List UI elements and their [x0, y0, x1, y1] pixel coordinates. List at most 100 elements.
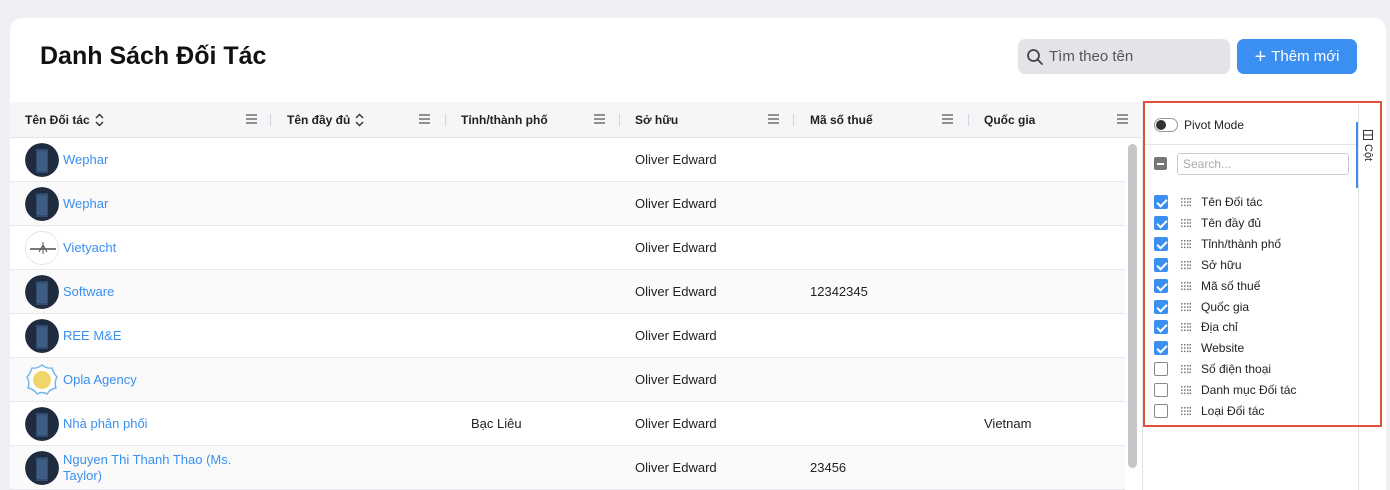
partner-name-link[interactable]: Software	[63, 270, 253, 313]
columns-tool-panel: Pivot Mode Tên Đối tác Tên đầy đủ Tỉnh/thà…	[1142, 102, 1359, 490]
owner-cell: Oliver Edward	[635, 416, 717, 431]
table-row[interactable]: Vietyacht Oliver Edward	[10, 226, 1125, 270]
column-toggle-item[interactable]: Tên đầy đủ	[1154, 214, 1261, 232]
column-menu-icon[interactable]	[767, 113, 780, 125]
column-header-partner-name[interactable]: Tên Đối tác	[25, 102, 104, 138]
column-toggle-item[interactable]: Mã số thuế	[1154, 277, 1260, 295]
column-separator[interactable]	[445, 114, 446, 126]
pivot-mode-toggle[interactable]	[1154, 118, 1178, 132]
column-checkbox[interactable]	[1154, 320, 1168, 335]
column-checkbox[interactable]	[1154, 257, 1168, 272]
column-toggle-label: Tỉnh/thành phố	[1201, 236, 1282, 251]
partner-name-link[interactable]: Wephar	[63, 138, 253, 181]
drag-handle-icon[interactable]	[1181, 218, 1191, 228]
column-toggle-item[interactable]: Địa chỉ	[1154, 318, 1238, 336]
column-separator[interactable]	[968, 114, 969, 126]
column-checkbox[interactable]	[1154, 195, 1168, 209]
add-new-button[interactable]: + Thêm mới	[1237, 39, 1357, 74]
column-checkbox[interactable]	[1154, 362, 1168, 377]
table-row[interactable]: REE M&E Oliver Edward	[10, 314, 1125, 358]
column-separator[interactable]	[793, 114, 794, 126]
column-checkbox[interactable]	[1154, 404, 1168, 418]
select-all-checkbox[interactable]	[1154, 157, 1167, 170]
table-row[interactable]: Software Oliver Edward 12342345	[10, 270, 1125, 314]
column-menu-icon[interactable]	[941, 113, 954, 125]
column-toggle-item[interactable]: Quốc gia	[1154, 298, 1249, 316]
sort-icon[interactable]	[95, 113, 104, 127]
scrollbar-thumb[interactable]	[1128, 144, 1137, 468]
column-header-label: Tên Đối tác	[25, 113, 90, 127]
column-menu-icon[interactable]	[245, 113, 258, 125]
search-input[interactable]	[1049, 48, 1219, 65]
drag-handle-icon[interactable]	[1181, 322, 1191, 332]
divider	[1143, 144, 1359, 145]
column-header-full-name[interactable]: Tên đầy đủ	[287, 102, 364, 138]
column-checkbox[interactable]	[1154, 236, 1168, 251]
partner-avatar	[25, 231, 59, 265]
partner-name-link[interactable]: Wephar	[63, 182, 253, 225]
column-header-label: Quốc gia	[984, 113, 1036, 127]
column-toggle-label: Quốc gia	[1201, 299, 1250, 314]
drag-handle-icon[interactable]	[1181, 281, 1191, 291]
column-checkbox[interactable]	[1154, 383, 1168, 398]
vertical-scrollbar[interactable]	[1125, 138, 1141, 490]
drag-handle-icon[interactable]	[1181, 260, 1191, 270]
column-header-tax-code[interactable]: Mã số thuế	[810, 102, 873, 138]
drag-handle-icon[interactable]	[1181, 239, 1191, 249]
column-search-input[interactable]	[1177, 153, 1349, 175]
partner-avatar	[25, 407, 59, 441]
drag-handle-icon[interactable]	[1181, 343, 1191, 353]
partner-name-link[interactable]: Nguyen Thi Thanh Thao (Ms. Taylor)	[63, 446, 253, 489]
column-toggle-label: Số điện thoại	[1201, 362, 1272, 377]
column-toggle-item[interactable]: Sở hữu	[1154, 256, 1242, 274]
table-row[interactable]: Nguyen Thi Thanh Thao (Ms. Taylor) Oliver…	[10, 446, 1125, 490]
pivot-mode-label: Pivot Mode	[1184, 118, 1245, 132]
columns-icon	[1363, 130, 1373, 140]
partner-avatar	[25, 143, 59, 177]
pivot-mode-row[interactable]: Pivot Mode	[1154, 116, 1244, 134]
drag-handle-icon[interactable]	[1181, 364, 1191, 374]
table-row[interactable]: Opla Agency Oliver Edward	[10, 358, 1125, 402]
partner-name-link[interactable]: Vietyacht	[63, 226, 253, 269]
partner-name-link[interactable]: Nhà phân phối	[63, 402, 253, 445]
partner-name-link[interactable]: Opla Agency	[63, 358, 253, 401]
table-row[interactable]: Wephar Oliver Edward	[10, 182, 1125, 226]
column-header-country[interactable]: Quốc gia	[984, 102, 1035, 138]
column-separator[interactable]	[270, 114, 271, 126]
column-menu-icon[interactable]	[593, 113, 606, 125]
column-toggle-label: Tên đầy đủ	[1201, 215, 1262, 230]
owner-cell: Oliver Edward	[635, 460, 717, 475]
drag-handle-icon[interactable]	[1181, 406, 1191, 416]
column-checkbox[interactable]	[1154, 278, 1168, 293]
column-toggle-item[interactable]: Loại Đối tác	[1154, 402, 1264, 420]
column-toggle-label: Địa chỉ	[1201, 320, 1238, 335]
column-header-owner[interactable]: Sở hữu	[635, 102, 678, 138]
search-box[interactable]	[1018, 39, 1230, 74]
table-row[interactable]: Nhà phân phối Bạc Liêu Oliver Edward Vietna…	[10, 402, 1125, 446]
grid-header: Tên Đối tác Tên đầy đủ Tỉnh/thành phố Sở…	[10, 102, 1141, 138]
table-row[interactable]: Wephar Oliver Edward	[10, 138, 1125, 182]
column-toggle-item[interactable]: Tên Đối tác	[1154, 193, 1262, 211]
column-checkbox[interactable]	[1154, 215, 1168, 230]
column-toggle-item[interactable]: Số điện thoại	[1154, 360, 1271, 378]
sort-icon[interactable]	[355, 113, 364, 127]
column-menu-icon[interactable]	[418, 113, 431, 125]
column-header-label: Mã số thuế	[810, 113, 873, 127]
column-header-label: Tên đầy đủ	[287, 113, 351, 127]
partner-name-link[interactable]: REE M&E	[63, 314, 253, 357]
columns-side-tab[interactable]: Cột	[1356, 122, 1378, 188]
column-checkbox[interactable]	[1154, 299, 1168, 314]
column-separator[interactable]	[619, 114, 620, 126]
drag-handle-icon[interactable]	[1181, 197, 1191, 207]
partner-avatar	[25, 319, 59, 353]
column-header-city[interactable]: Tỉnh/thành phố	[461, 102, 548, 138]
column-checkbox[interactable]	[1154, 341, 1168, 356]
column-toggle-item[interactable]: Tỉnh/thành phố	[1154, 235, 1281, 253]
column-toggle-item[interactable]: Danh mục Đối tác	[1154, 381, 1296, 399]
column-menu-icon[interactable]	[1116, 113, 1129, 125]
drag-handle-icon[interactable]	[1181, 385, 1191, 395]
column-toggle-item[interactable]: Website	[1154, 339, 1244, 357]
drag-handle-icon[interactable]	[1181, 302, 1191, 312]
partner-list-card: Danh Sách Đối Tác + Thêm mới Tên Đối tác…	[10, 18, 1386, 490]
page-title: Danh Sách Đối Tác	[40, 42, 267, 70]
